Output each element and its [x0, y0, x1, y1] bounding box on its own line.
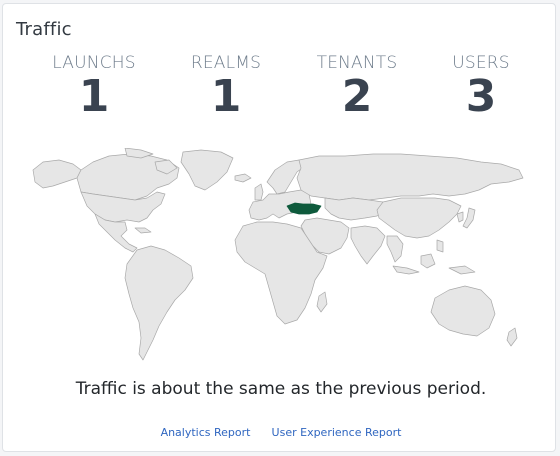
- traffic-summary: Traffic is about the same as the previou…: [75, 379, 487, 399]
- stat-value: 2: [341, 71, 373, 122]
- region-central-asia[interactable]: [324, 197, 386, 221]
- region-alaska[interactable]: [32, 159, 82, 189]
- region-borneo[interactable]: [420, 253, 436, 269]
- region-india[interactable]: [350, 225, 386, 265]
- analytics-report-link[interactable]: Analytics Report: [161, 426, 251, 439]
- world-map-svg: [32, 147, 524, 361]
- stat-value: 1: [78, 71, 110, 122]
- region-cuba[interactable]: [134, 227, 152, 234]
- region-iceland[interactable]: [234, 173, 252, 183]
- card-title: Traffic: [16, 19, 72, 40]
- stat-tenants: TENANTS 2: [302, 52, 412, 120]
- region-south-america[interactable]: [124, 245, 194, 361]
- region-indonesia[interactable]: [392, 265, 420, 275]
- region-australia[interactable]: [430, 285, 496, 337]
- region-japan[interactable]: [462, 207, 476, 229]
- stat-launchs: LAUNCHS 1: [39, 52, 149, 120]
- stat-value: 1: [210, 71, 242, 122]
- region-southeast-asia[interactable]: [386, 235, 404, 263]
- report-links: Analytics Report User Experience Report: [3, 426, 559, 439]
- region-greenland[interactable]: [180, 149, 234, 191]
- region-turkey[interactable]: [286, 202, 322, 215]
- map-land: [32, 147, 524, 361]
- region-philippines[interactable]: [436, 239, 444, 253]
- user-experience-report-link[interactable]: User Experience Report: [272, 426, 402, 439]
- stat-realms: REALMS 1: [171, 52, 281, 120]
- region-china[interactable]: [376, 197, 462, 239]
- stat-users: USERS 3: [426, 52, 536, 120]
- world-map[interactable]: [29, 147, 531, 364]
- region-new-guinea[interactable]: [448, 265, 476, 275]
- traffic-card: Traffic LAUNCHS 1 REALMS 1 TENANTS 2 USE…: [2, 3, 556, 452]
- region-korea[interactable]: [456, 211, 464, 223]
- region-russia[interactable]: [296, 153, 524, 201]
- region-new-zealand[interactable]: [506, 327, 518, 347]
- region-uk[interactable]: [254, 183, 264, 201]
- region-madagascar[interactable]: [316, 291, 328, 313]
- stat-value: 3: [465, 71, 497, 122]
